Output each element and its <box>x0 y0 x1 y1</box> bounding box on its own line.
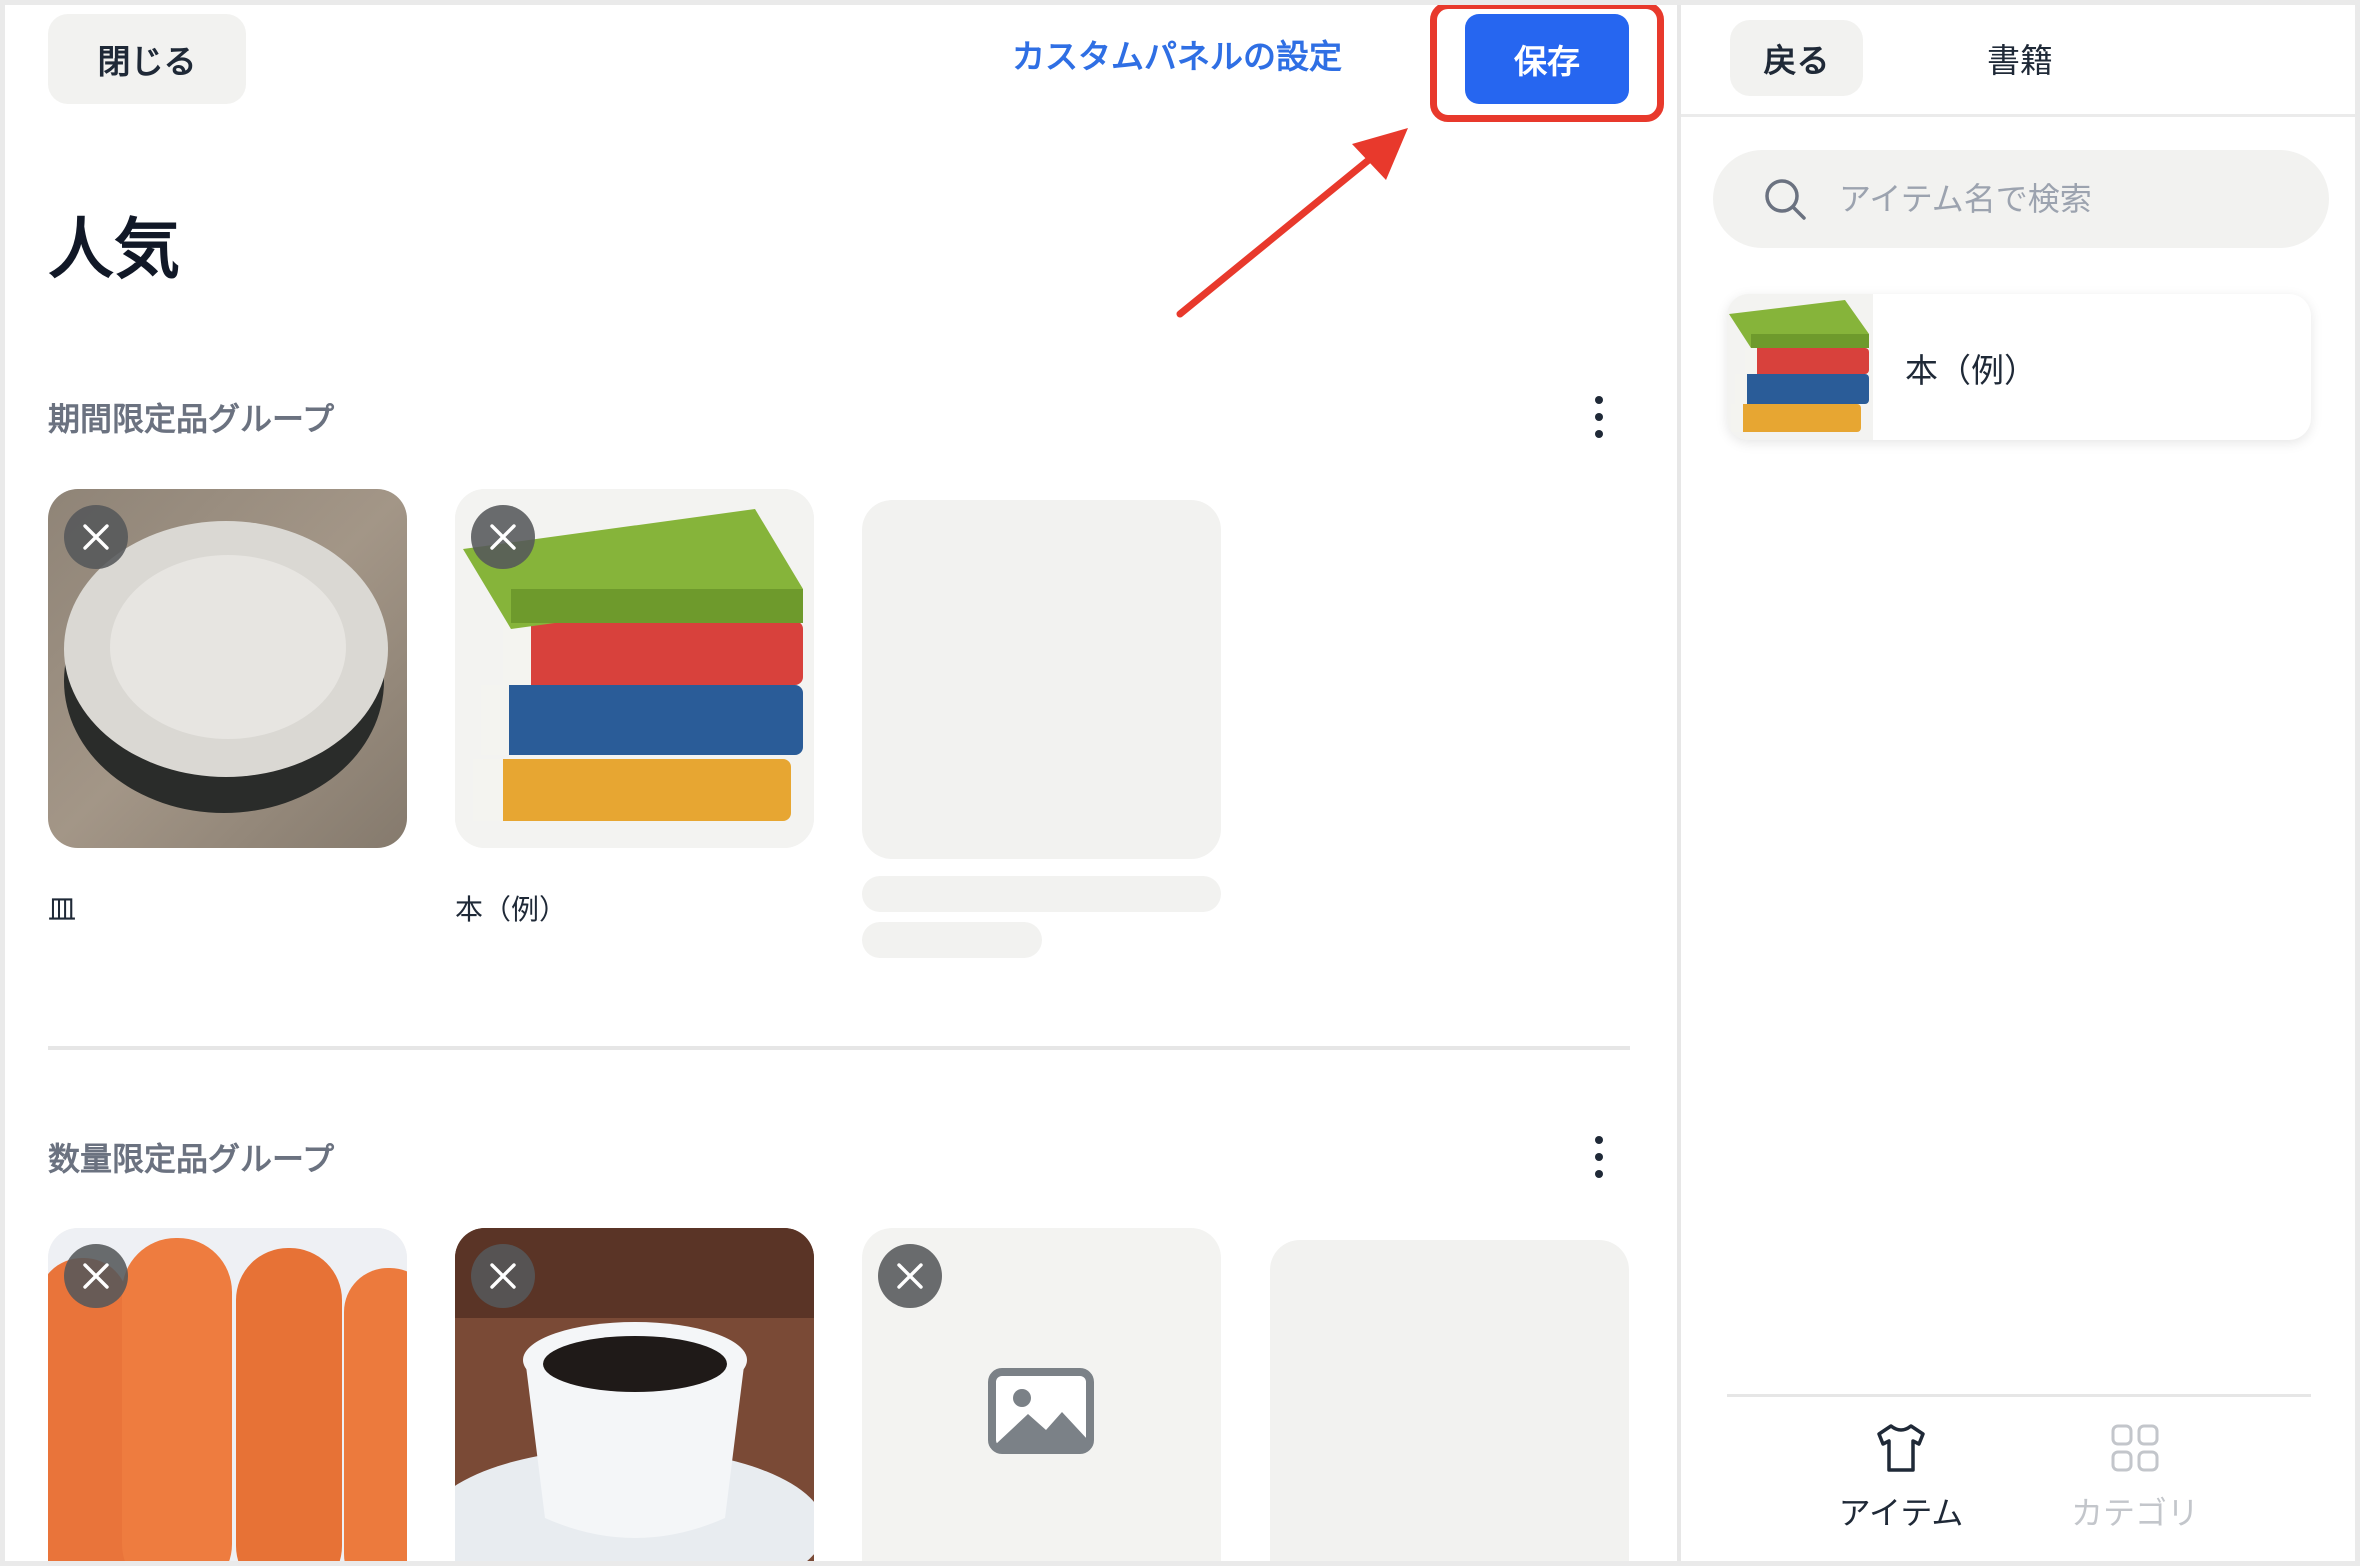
skeleton-line <box>862 922 1042 958</box>
custom-panel-settings-link[interactable]: カスタムパネルの設定 <box>1012 30 1342 86</box>
remove-item-close-icon[interactable] <box>64 505 128 569</box>
tab-categories[interactable]: カテゴリ <box>2035 1420 2235 1540</box>
empty-slot-placeholder[interactable] <box>1270 1240 1629 1566</box>
item-tile-books[interactable] <box>455 489 814 848</box>
item-tile-carrots[interactable] <box>48 1228 407 1566</box>
remove-item-close-icon[interactable] <box>471 1244 535 1308</box>
tab-items-label: アイテム <box>1838 1494 1964 1532</box>
empty-slot-placeholder[interactable] <box>862 500 1221 859</box>
save-button[interactable]: 保存 <box>1465 14 1629 104</box>
search-result-item[interactable]: 本（例） <box>1727 294 2311 440</box>
group-title-limited-period: 期間限定品グループ <box>48 400 335 438</box>
search-input[interactable] <box>1839 170 2299 228</box>
remove-item-close-icon[interactable] <box>878 1244 942 1308</box>
search-result-label: 本（例） <box>1905 351 2037 390</box>
image-placeholder-icon <box>988 1368 1094 1454</box>
item-label: 皿 <box>48 893 77 926</box>
group-title-limited-quantity: 数量限定品グループ <box>48 1140 335 1178</box>
close-button[interactable]: 閉じる <box>48 14 246 104</box>
shirt-icon <box>1877 1424 1925 1472</box>
item-picker-panel: 戻る 書籍 本（例） アイテム <box>1681 0 2360 1566</box>
group-divider <box>48 1046 1630 1050</box>
annotation-arrow-icon <box>1176 128 1408 318</box>
group-menu-kebab-icon[interactable] <box>1586 392 1612 442</box>
grid-icon <box>2111 1424 2159 1472</box>
item-tile-plate[interactable] <box>48 489 407 848</box>
tab-items[interactable]: アイテム <box>1801 1420 2001 1540</box>
books-thumbnail <box>1727 294 1873 440</box>
page-title: 人気 <box>48 211 180 288</box>
search-bar[interactable] <box>1713 150 2329 248</box>
search-icon <box>1765 179 1806 220</box>
panel-title: 書籍 <box>1987 41 2053 80</box>
item-tile-no-image[interactable] <box>862 1228 1221 1566</box>
remove-item-close-icon[interactable] <box>64 1244 128 1308</box>
skeleton-line <box>862 876 1221 912</box>
tab-categories-label: カテゴリ <box>2070 1494 2199 1532</box>
bottom-nav-divider <box>1727 1394 2311 1397</box>
remove-item-close-icon[interactable] <box>471 505 535 569</box>
custom-panel-editor: 閉じる カスタムパネルの設定 保存 人気 期間限定品グループ 皿 本（例） 数量… <box>0 0 1677 1566</box>
item-label: 本（例） <box>455 893 568 926</box>
item-tile-coffee[interactable] <box>455 1228 814 1566</box>
back-button[interactable]: 戻る <box>1730 20 1863 96</box>
header-divider <box>1681 114 2360 117</box>
group-menu-kebab-icon[interactable] <box>1586 1132 1612 1182</box>
